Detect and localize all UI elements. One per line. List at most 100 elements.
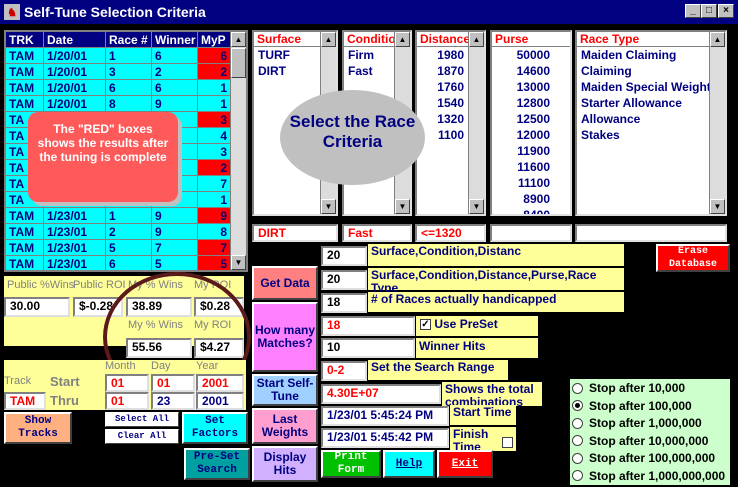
- list-item[interactable]: 14600: [492, 63, 570, 79]
- list-item[interactable]: 12800: [492, 95, 570, 111]
- start-year[interactable]: 2001: [196, 374, 244, 392]
- stop-option[interactable]: Stop after 1,000,000: [570, 414, 730, 432]
- list-item[interactable]: Stakes: [577, 127, 725, 143]
- minimize-button[interactable]: _: [685, 4, 701, 18]
- list-item[interactable]: Starter Allowance: [577, 95, 725, 111]
- stop-option[interactable]: Stop after 100,000,000: [570, 449, 730, 467]
- list-item[interactable]: 11100: [492, 175, 570, 191]
- last-weights-button[interactable]: Last Weights: [252, 408, 318, 444]
- get-data-button[interactable]: Get Data: [252, 266, 318, 300]
- table-cell: 2: [152, 64, 198, 80]
- select-criteria-callout: Select the Race Criteria: [280, 90, 425, 185]
- start-month[interactable]: 01: [105, 374, 149, 392]
- radio-icon[interactable]: [572, 435, 583, 446]
- table-cell: 3: [198, 144, 234, 160]
- grid-header: TRK Date Race # Winner MyP: [6, 32, 234, 48]
- close-button[interactable]: ×: [718, 4, 734, 18]
- my-roi2-value: $4.27: [194, 338, 244, 358]
- start-self-tune-button[interactable]: Start Self-Tune: [252, 374, 318, 406]
- preset-checkbox[interactable]: ✓: [420, 319, 431, 331]
- count1-label: Surface,Condition,Distanc: [368, 244, 624, 266]
- finish-time-checkbox[interactable]: [502, 437, 513, 448]
- distance-selected[interactable]: <=1320: [415, 224, 486, 242]
- exit-button[interactable]: Exit: [437, 450, 493, 478]
- table-row[interactable]: TAM 1/20/01 6 6 1: [6, 80, 234, 96]
- preset-search-button[interactable]: Pre-Set Search: [183, 447, 251, 481]
- grid-scrollbar[interactable]: ▲ ▼: [230, 32, 246, 270]
- display-hits-button[interactable]: Display Hits: [252, 446, 318, 482]
- help-button[interactable]: Help: [383, 450, 435, 478]
- table-row[interactable]: TAM 1/20/01 3 2 2: [6, 64, 234, 80]
- preset-value[interactable]: 18: [321, 316, 415, 336]
- stop-option-label: Stop after 100,000: [589, 398, 692, 413]
- radio-icon[interactable]: [572, 470, 583, 481]
- table-row[interactable]: TAM 1/23/01 2 9 8: [6, 224, 234, 240]
- stop-option[interactable]: Stop after 10,000,000: [570, 431, 730, 450]
- grid-scroll-down-icon[interactable]: ▼: [231, 255, 246, 270]
- range-value[interactable]: 0-2: [321, 361, 367, 381]
- table-cell: 7: [152, 240, 198, 256]
- list-item[interactable]: 13000: [492, 79, 570, 95]
- list-item[interactable]: Maiden Claiming: [577, 47, 725, 63]
- table-cell: 6: [198, 48, 234, 64]
- winner-hits-value: 10: [321, 338, 415, 358]
- track-value[interactable]: TAM: [4, 392, 46, 410]
- table-cell: 1/23/01: [44, 256, 106, 270]
- table-cell: TAM: [6, 48, 44, 64]
- my-roi2-label: My ROI: [194, 319, 232, 331]
- list-item[interactable]: Maiden Special Weight: [577, 79, 725, 95]
- table-cell: 5: [198, 256, 234, 270]
- list-item[interactable]: 12500: [492, 111, 570, 127]
- distance-list[interactable]: Distance 1980 1870 1760 1540 1320 1100 ▲ ▼: [415, 30, 486, 216]
- select-all-button[interactable]: Select All: [105, 412, 179, 427]
- table-row[interactable]: TAM 1/20/01 8 9 1: [6, 96, 234, 112]
- list-item[interactable]: 11900: [492, 143, 570, 159]
- race-type-selected[interactable]: [575, 224, 727, 242]
- clear-all-button[interactable]: Clear All: [105, 429, 179, 444]
- thru-month[interactable]: 01: [105, 392, 149, 410]
- radio-icon[interactable]: [572, 382, 583, 394]
- table-cell: TAM: [6, 240, 44, 256]
- stop-option[interactable]: Stop after 10,000: [570, 379, 730, 397]
- grid-scroll-up-icon[interactable]: ▲: [231, 32, 246, 47]
- grid-col-date: Date: [44, 32, 106, 48]
- erase-database-button[interactable]: Erase Database: [656, 244, 730, 272]
- list-item[interactable]: 50000: [492, 47, 570, 63]
- purse-list[interactable]: Purse 50000 14600 13000 12800 12500 12000 1190…: [490, 30, 572, 216]
- list-item[interactable]: Allowance: [577, 111, 725, 127]
- stop-option[interactable]: Stop after 100,000: [570, 396, 730, 415]
- maximize-button[interactable]: □: [701, 4, 717, 18]
- how-many-matches-button[interactable]: How many Matches?: [252, 302, 318, 372]
- list-item[interactable]: 11600: [492, 159, 570, 175]
- list-item[interactable]: Claiming: [577, 63, 725, 79]
- table-row[interactable]: TAM 1/20/01 1 6 6: [6, 48, 234, 64]
- print-form-button[interactable]: Print Form: [321, 450, 381, 478]
- list-item[interactable]: 8900: [492, 191, 570, 207]
- condition-selected[interactable]: Fast: [342, 224, 412, 242]
- grid-col-trk: TRK: [6, 32, 44, 48]
- month-label: Month: [105, 360, 136, 372]
- table-cell: 4: [198, 128, 234, 144]
- race-type-list[interactable]: Race Type Maiden Claiming Claiming Maiden …: [575, 30, 727, 216]
- thru-day[interactable]: 23: [151, 392, 195, 410]
- thru-year[interactable]: 2001: [196, 392, 244, 410]
- surface-selected[interactable]: DIRT: [252, 224, 338, 242]
- table-row[interactable]: TAM 1/23/01 6 5 5: [6, 256, 234, 270]
- table-cell: 1: [198, 96, 234, 112]
- table-row[interactable]: TAM 1/23/01 1 9 9: [6, 208, 234, 224]
- grid-scroll-thumb[interactable]: [231, 48, 246, 78]
- set-factors-button[interactable]: Set Factors: [182, 412, 248, 444]
- table-row[interactable]: TAM 1/23/01 5 7 7: [6, 240, 234, 256]
- show-tracks-button[interactable]: Show Tracks: [4, 412, 72, 444]
- combos-value: 4.30E+07: [321, 384, 441, 404]
- start-day[interactable]: 01: [151, 374, 195, 392]
- list-item[interactable]: 8400: [492, 207, 570, 214]
- count2-label: Surface,Condition,Distance,Purse,Race Ty…: [368, 268, 624, 295]
- purse-selected[interactable]: [490, 224, 572, 242]
- stop-option[interactable]: Stop after 1,000,000,000: [570, 466, 730, 485]
- radio-icon[interactable]: [572, 417, 583, 429]
- radio-icon[interactable]: [572, 452, 583, 464]
- list-item[interactable]: 12000: [492, 127, 570, 143]
- track-label: Track: [4, 375, 32, 387]
- radio-icon[interactable]: [572, 400, 583, 411]
